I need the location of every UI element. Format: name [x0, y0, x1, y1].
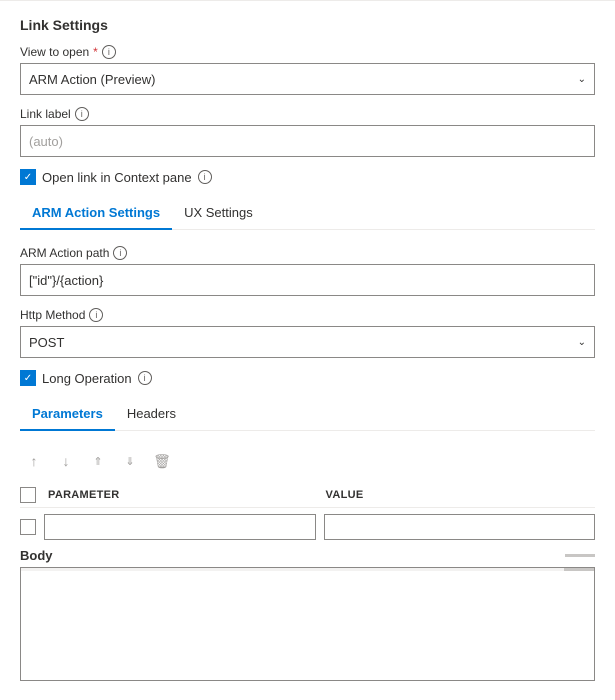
link-label-info-icon[interactable]: i	[75, 107, 89, 121]
http-method-chevron: ⌄	[578, 337, 586, 348]
open-in-context-info-icon[interactable]: i	[198, 170, 212, 184]
delete-button[interactable]: 🗑	[148, 447, 176, 475]
link-label-input[interactable]	[20, 125, 595, 157]
checkmark-icon: ✓	[24, 172, 32, 183]
col-header-parameter: PARAMETER	[44, 489, 318, 501]
move-top-button[interactable]: ⇑	[84, 447, 112, 475]
header-checkbox[interactable]	[20, 487, 36, 503]
parameters-toolbar: ↑ ↓ ⇑ ⇓ 🗑	[20, 447, 595, 475]
tab-headers[interactable]: Headers	[115, 398, 188, 431]
arm-action-path-info-icon[interactable]: i	[113, 246, 127, 260]
view-to-open-label: View to open * i	[20, 45, 595, 59]
arm-action-path-input[interactable]	[20, 264, 595, 296]
view-to-open-value: ARM Action (Preview)	[29, 72, 155, 87]
table-header-row: PARAMETER VALUE	[20, 483, 595, 508]
http-method-info-icon[interactable]: i	[89, 308, 103, 322]
long-operation-row: ✓ Long Operation i	[20, 370, 595, 386]
view-to-open-dropdown[interactable]: ARM Action (Preview) ⌄	[20, 63, 595, 95]
http-method-value: POST	[29, 335, 64, 350]
tab-ux-settings[interactable]: UX Settings	[172, 197, 265, 230]
parameters-table: PARAMETER VALUE	[20, 483, 595, 540]
value-input[interactable]	[324, 514, 596, 540]
panel-title: Link Settings	[20, 17, 595, 33]
tab-parameters[interactable]: Parameters	[20, 398, 115, 431]
body-label: Body	[20, 548, 595, 563]
body-textarea[interactable]	[20, 571, 595, 681]
open-in-context-row: ✓ Open link in Context pane i	[20, 169, 595, 185]
long-operation-checkbox[interactable]: ✓	[20, 370, 36, 386]
body-section: Body	[20, 548, 595, 684]
http-method-label: Http Method i	[20, 308, 595, 322]
parameter-input[interactable]	[44, 514, 316, 540]
main-tabs: ARM Action Settings UX Settings	[20, 197, 595, 230]
http-method-dropdown[interactable]: POST ⌄	[20, 326, 595, 358]
body-resize-handle[interactable]	[565, 554, 595, 557]
move-bottom-button[interactable]: ⇓	[116, 447, 144, 475]
required-star: *	[93, 45, 98, 59]
long-operation-info-icon[interactable]: i	[138, 371, 152, 385]
open-in-context-label: Open link in Context pane	[42, 170, 192, 185]
view-to-open-chevron: ⌄	[578, 74, 586, 85]
long-operation-checkmark-icon: ✓	[24, 373, 32, 384]
move-up-button[interactable]: ↑	[20, 447, 48, 475]
open-in-context-checkbox[interactable]: ✓	[20, 169, 36, 185]
arm-action-path-label: ARM Action path i	[20, 246, 595, 260]
inner-tabs: Parameters Headers	[20, 398, 595, 431]
tab-arm-action-settings[interactable]: ARM Action Settings	[20, 197, 172, 230]
long-operation-label: Long Operation	[42, 371, 132, 386]
col-header-value: VALUE	[326, 489, 596, 501]
view-to-open-info-icon[interactable]: i	[102, 45, 116, 59]
table-row	[20, 514, 595, 540]
link-label-label: Link label i	[20, 107, 595, 121]
row-checkbox[interactable]	[20, 519, 36, 535]
move-down-button[interactable]: ↓	[52, 447, 80, 475]
